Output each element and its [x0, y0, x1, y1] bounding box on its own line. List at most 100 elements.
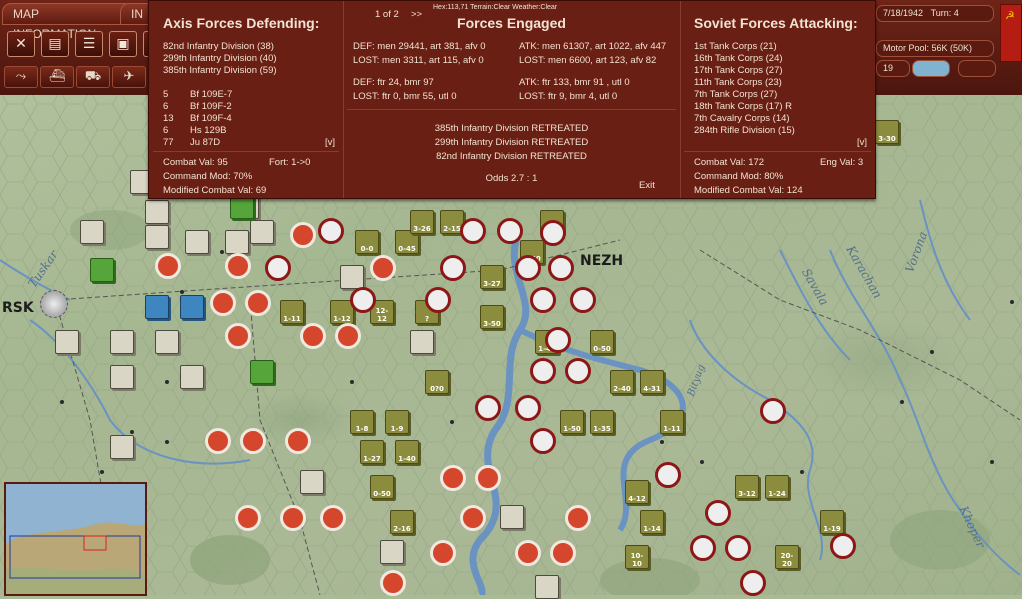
soviet-unit-counter[interactable]: 1-50 [560, 410, 584, 434]
soviet-unit-counter[interactable]: 4-12 [625, 480, 649, 504]
axis-unit-counter[interactable] [250, 220, 274, 244]
report-list-icon[interactable]: ☰ [75, 31, 103, 57]
soviet-air-unit-icon[interactable] [548, 255, 574, 281]
soviet-unit-counter[interactable]: 0-50 [590, 330, 614, 354]
soviet-unit-counter[interactable]: 2-16 [390, 510, 414, 534]
air-transport-icon[interactable]: ✈ [112, 66, 146, 88]
axis-unit-counter[interactable] [110, 435, 134, 459]
soviet-air-unit-icon[interactable] [725, 535, 751, 561]
soviet-unit-counter[interactable]: 1-8 [350, 410, 374, 434]
soviet-air-unit-icon[interactable] [570, 287, 596, 313]
soviet-air-unit-icon[interactable] [475, 395, 501, 421]
axis-allied-unit-counter[interactable] [145, 295, 169, 319]
soviet-unit-counter[interactable]: 1-14 [640, 510, 664, 534]
axis-unit-counter[interactable] [225, 230, 249, 254]
soviet-air-unit-icon[interactable] [705, 500, 731, 526]
axis-air-unit-icon[interactable] [430, 540, 456, 566]
soviet-unit-counter[interactable]: 1-24 [765, 475, 789, 499]
axis-air-unit-icon[interactable] [515, 540, 541, 566]
axis-unit-counter[interactable] [185, 230, 209, 254]
axis-unit-counter[interactable] [110, 330, 134, 354]
axis-air-unit-icon[interactable] [475, 465, 501, 491]
axis-air-unit-icon[interactable] [370, 255, 396, 281]
axis-unit-counter[interactable] [500, 505, 524, 529]
axis-unit-counter[interactable] [340, 265, 364, 289]
soviet-unit-counter[interactable]: 2-40 [610, 370, 634, 394]
soviet-unit-counter[interactable]: 3-50 [480, 305, 504, 329]
soviet-air-unit-icon[interactable] [350, 287, 376, 313]
soviet-expand-button[interactable]: [v] [857, 137, 867, 149]
soviet-unit-counter[interactable]: 3-30 [875, 120, 899, 144]
soviet-air-unit-icon[interactable] [690, 535, 716, 561]
transport-mode-icon[interactable]: ⛟ [76, 66, 110, 88]
axis-air-unit-icon[interactable] [210, 290, 236, 316]
naval-mode-icon[interactable]: ⛴ [40, 66, 74, 88]
axis-air-unit-icon[interactable] [335, 323, 361, 349]
soviet-air-unit-icon[interactable] [760, 398, 786, 424]
soviet-air-unit-icon[interactable] [565, 358, 591, 384]
axis-allied-unit-counter[interactable] [250, 360, 274, 384]
empty-slot[interactable] [958, 60, 996, 77]
axis-air-unit-icon[interactable] [205, 428, 231, 454]
axis-air-unit-icon[interactable] [225, 253, 251, 279]
axis-unit-counter[interactable] [145, 225, 169, 249]
axis-air-unit-icon[interactable] [285, 428, 311, 454]
soviet-air-unit-icon[interactable] [440, 255, 466, 281]
soviet-air-unit-icon[interactable] [530, 428, 556, 454]
soviet-air-unit-icon[interactable] [515, 395, 541, 421]
axis-unit-counter[interactable] [300, 470, 324, 494]
city-icon[interactable] [40, 290, 68, 318]
soviet-air-unit-icon[interactable] [515, 255, 541, 281]
soviet-air-unit-icon[interactable] [655, 462, 681, 488]
axis-air-unit-icon[interactable] [235, 505, 261, 531]
axis-unit-counter[interactable] [380, 540, 404, 564]
exit-button[interactable]: Exit [639, 180, 655, 192]
soviet-air-unit-icon[interactable] [740, 570, 766, 596]
supply-mode-icon[interactable]: ⤳ [4, 66, 38, 88]
axis-air-unit-icon[interactable] [460, 505, 486, 531]
soviet-air-unit-icon[interactable] [497, 218, 523, 244]
axis-air-unit-icon[interactable] [300, 323, 326, 349]
axis-allied-unit-counter[interactable] [180, 295, 204, 319]
soviet-unit-counter[interactable]: 20-20 [775, 545, 799, 569]
soviet-unit-counter[interactable]: 1-40 [395, 440, 419, 464]
axis-allied-unit-counter[interactable] [90, 258, 114, 282]
soviet-air-unit-icon[interactable] [460, 218, 486, 244]
soviet-air-unit-icon[interactable] [425, 287, 451, 313]
axis-air-unit-icon[interactable] [155, 253, 181, 279]
axis-unit-counter[interactable] [145, 200, 169, 224]
soviet-unit-counter[interactable]: 0-50 [370, 475, 394, 499]
axis-air-unit-icon[interactable] [550, 540, 576, 566]
close-icon[interactable]: ✕ [7, 31, 35, 57]
soviet-unit-counter[interactable]: 1-11 [280, 300, 304, 324]
soviet-air-unit-icon[interactable] [318, 218, 344, 244]
axis-air-unit-icon[interactable] [290, 222, 316, 248]
save-icon[interactable]: ▣ [109, 31, 137, 57]
soviet-air-unit-icon[interactable] [830, 533, 856, 559]
axis-unit-counter[interactable] [410, 330, 434, 354]
soviet-unit-counter[interactable]: 1-35 [590, 410, 614, 434]
axis-air-unit-icon[interactable] [565, 505, 591, 531]
axis-expand-button[interactable]: [v] [325, 137, 335, 149]
soviet-air-unit-icon[interactable] [545, 327, 571, 353]
axis-air-unit-icon[interactable] [320, 505, 346, 531]
axis-unit-counter[interactable] [155, 330, 179, 354]
soviet-unit-counter[interactable]: 1-27 [360, 440, 384, 464]
axis-air-unit-icon[interactable] [245, 290, 271, 316]
soviet-unit-counter[interactable]: 3-27 [480, 265, 504, 289]
soviet-air-unit-icon[interactable] [530, 287, 556, 313]
axis-air-unit-icon[interactable] [280, 505, 306, 531]
soviet-unit-counter[interactable]: 3-12 [735, 475, 759, 499]
axis-unit-counter[interactable] [180, 365, 204, 389]
axis-air-unit-icon[interactable] [380, 570, 406, 596]
tab-map-information[interactable]: MAP INFORMATION [2, 3, 134, 41]
axis-unit-counter[interactable] [110, 365, 134, 389]
axis-unit-counter[interactable] [535, 575, 559, 599]
axis-unit-counter[interactable] [80, 220, 104, 244]
soviet-air-unit-icon[interactable] [540, 220, 566, 246]
soviet-unit-counter[interactable]: 0?0 [425, 370, 449, 394]
soviet-unit-counter[interactable]: 0-0 [355, 230, 379, 254]
soviet-unit-counter[interactable]: 3-26 [410, 210, 434, 234]
soviet-unit-counter[interactable]: 4-31 [640, 370, 664, 394]
axis-air-unit-icon[interactable] [240, 428, 266, 454]
